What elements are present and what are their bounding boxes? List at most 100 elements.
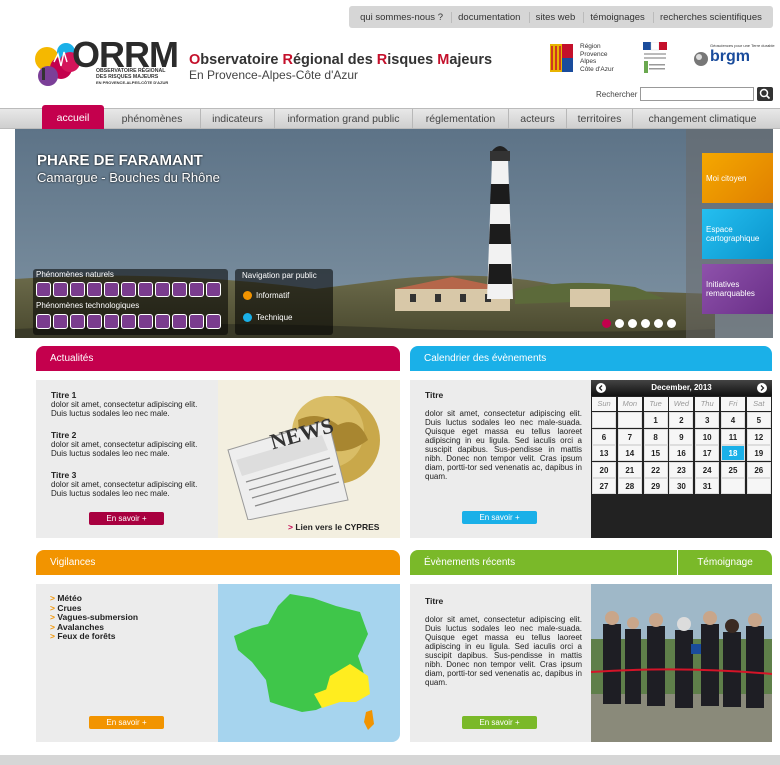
tank-icon[interactable] [155, 314, 170, 329]
chemical-icon[interactable] [138, 314, 153, 329]
calendar-day[interactable]: 26 [746, 461, 771, 478]
calendar-day[interactable]: 27 [592, 478, 616, 495]
nav-information-grand-public[interactable]: information grand public [274, 109, 412, 129]
calendar-weekday: Wed [669, 397, 694, 411]
calendar-day[interactable]: 29 [643, 478, 668, 495]
tile-espace-cartographique[interactable]: Espace cartographique [702, 209, 773, 259]
slide-dot[interactable] [628, 319, 637, 328]
public-navigation-panel: Navigation par public Informatif Techniq… [235, 269, 333, 335]
tile-moi-citoyen[interactable]: Moi citoyen [702, 153, 773, 203]
avalanche-icon[interactable] [104, 282, 119, 297]
region-flag-logo[interactable] [548, 42, 574, 72]
brgm-logo[interactable]: Géosciences pour une Terre durable brgm [692, 43, 775, 70]
calendar-day[interactable]: 23 [669, 461, 694, 478]
calendar-day-today[interactable]: 18 [721, 445, 745, 462]
france-vigilance-map[interactable] [218, 584, 400, 742]
actualites-more-button[interactable]: En savoir + [89, 512, 164, 525]
public-informatif-link[interactable]: Informatif [256, 291, 289, 300]
calendar-day[interactable]: 13 [592, 445, 616, 462]
vigilance-item[interactable]: > Feux de forêts [50, 631, 138, 642]
chevron-right-icon[interactable] [757, 383, 767, 393]
slide-dot[interactable] [667, 319, 676, 328]
storm-icon[interactable] [121, 282, 136, 297]
calendar-day[interactable]: 9 [669, 428, 694, 445]
calendar-day[interactable]: 30 [669, 478, 694, 495]
calendar-day[interactable]: 2 [669, 412, 694, 428]
calendar-day[interactable]: 25 [721, 461, 745, 478]
calendar-day[interactable]: 3 [695, 412, 720, 428]
slide-dot[interactable] [654, 319, 663, 328]
calendar-day[interactable]: 20 [592, 461, 616, 478]
pipeline-icon[interactable] [121, 314, 136, 329]
tile-espace-cartographique-label: Espace cartographique [706, 225, 760, 243]
mine-icon[interactable] [104, 314, 119, 329]
earthquake-icon[interactable] [53, 282, 68, 297]
top-link-research[interactable]: recherches scientifiques [652, 11, 768, 23]
calendar-day[interactable]: 6 [592, 428, 616, 445]
nav-accueil[interactable]: accueil [42, 105, 104, 130]
nuclear-icon[interactable] [53, 314, 68, 329]
flood-icon[interactable] [36, 282, 51, 297]
calendar-day[interactable]: 24 [695, 461, 720, 478]
calendar-day[interactable]: 4 [721, 412, 745, 428]
volcano-icon[interactable] [206, 282, 221, 297]
tile-initiatives-remarquables[interactable]: Initiatives remarquables [702, 264, 773, 314]
nav-reglementation[interactable]: réglementation [412, 109, 508, 129]
cypres-link[interactable]: > Lien vers le CYPRES [288, 522, 379, 532]
slide-dot[interactable] [615, 319, 624, 328]
nav-territoires[interactable]: territoires [566, 109, 632, 129]
calendrier-more-button[interactable]: En savoir + [462, 511, 537, 524]
sinkhole-icon[interactable] [172, 282, 187, 297]
news-item[interactable]: Titre 2 dolor sit amet, consectetur adipi… [51, 431, 211, 459]
calendar-day[interactable]: 11 [721, 428, 745, 445]
calendar-day[interactable]: 31 [695, 478, 720, 495]
wave-icon[interactable] [87, 282, 102, 297]
top-link-about[interactable]: qui sommes-nous ? [354, 12, 449, 23]
calendar-day[interactable]: 12 [746, 428, 771, 445]
search-button[interactable] [757, 87, 773, 101]
calendar-day[interactable]: 15 [643, 445, 668, 462]
orrm-logo[interactable]: ORRM OBSERVATOIRE RÉGIONAL DES RISQUES M… [34, 34, 179, 90]
climate-icon[interactable] [189, 282, 204, 297]
transport-icon[interactable] [87, 314, 102, 329]
calendar-day[interactable]: 17 [695, 445, 720, 462]
nav-acteurs[interactable]: acteurs [508, 109, 566, 129]
calendar-day[interactable]: 21 [617, 461, 642, 478]
temoignage-tab[interactable]: Témoignage [677, 550, 772, 575]
nav-phenomenes[interactable]: phénomènes [104, 109, 200, 129]
top-link-websites[interactable]: sites web [528, 11, 582, 23]
hazmat-icon[interactable] [189, 314, 204, 329]
slide-dot[interactable] [602, 319, 611, 328]
top-link-testimonials[interactable]: témoignages [583, 11, 650, 23]
calendar-day[interactable]: 28 [617, 478, 642, 495]
nav-indicateurs[interactable]: indicateurs [200, 109, 274, 129]
top-link-documentation[interactable]: documentation [451, 11, 526, 23]
explosion-icon[interactable] [206, 314, 221, 329]
calendar-day[interactable]: 5 [746, 412, 771, 428]
factory-icon[interactable] [172, 314, 187, 329]
calendar-day[interactable]: 8 [643, 428, 668, 445]
dam-icon[interactable] [70, 314, 85, 329]
calendar-day[interactable]: 14 [617, 445, 642, 462]
search-input[interactable] [640, 87, 754, 101]
nav-changement-climatique[interactable]: changement climatique [632, 109, 772, 129]
calendar-day[interactable]: 16 [669, 445, 694, 462]
public-technique-link[interactable]: Technique [256, 313, 292, 322]
evenements-more-button[interactable]: En savoir + [462, 716, 537, 729]
calendar-day[interactable]: 10 [695, 428, 720, 445]
calendar-day[interactable]: 22 [643, 461, 668, 478]
news-item[interactable]: Titre 3 dolor sit amet, consectetur adipi… [51, 471, 211, 499]
industrial-icon[interactable] [36, 314, 51, 329]
news-item[interactable]: Titre 1 dolor sit amet, consectetur adipi… [51, 391, 211, 419]
republique-logo[interactable] [641, 41, 669, 74]
weather-icon[interactable] [155, 282, 170, 297]
vigilances-list: > Météo > Crues > Vagues-submersion > Av… [36, 584, 218, 742]
landslide-icon[interactable] [70, 282, 85, 297]
calendar-day[interactable]: 19 [746, 445, 771, 462]
chevron-left-icon[interactable] [596, 383, 606, 393]
forest-fire-icon[interactable] [138, 282, 153, 297]
vigilances-more-button[interactable]: En savoir + [89, 716, 164, 729]
calendar-day[interactable]: 7 [617, 428, 642, 445]
calendar-day[interactable]: 1 [643, 412, 668, 428]
slide-dot[interactable] [641, 319, 650, 328]
